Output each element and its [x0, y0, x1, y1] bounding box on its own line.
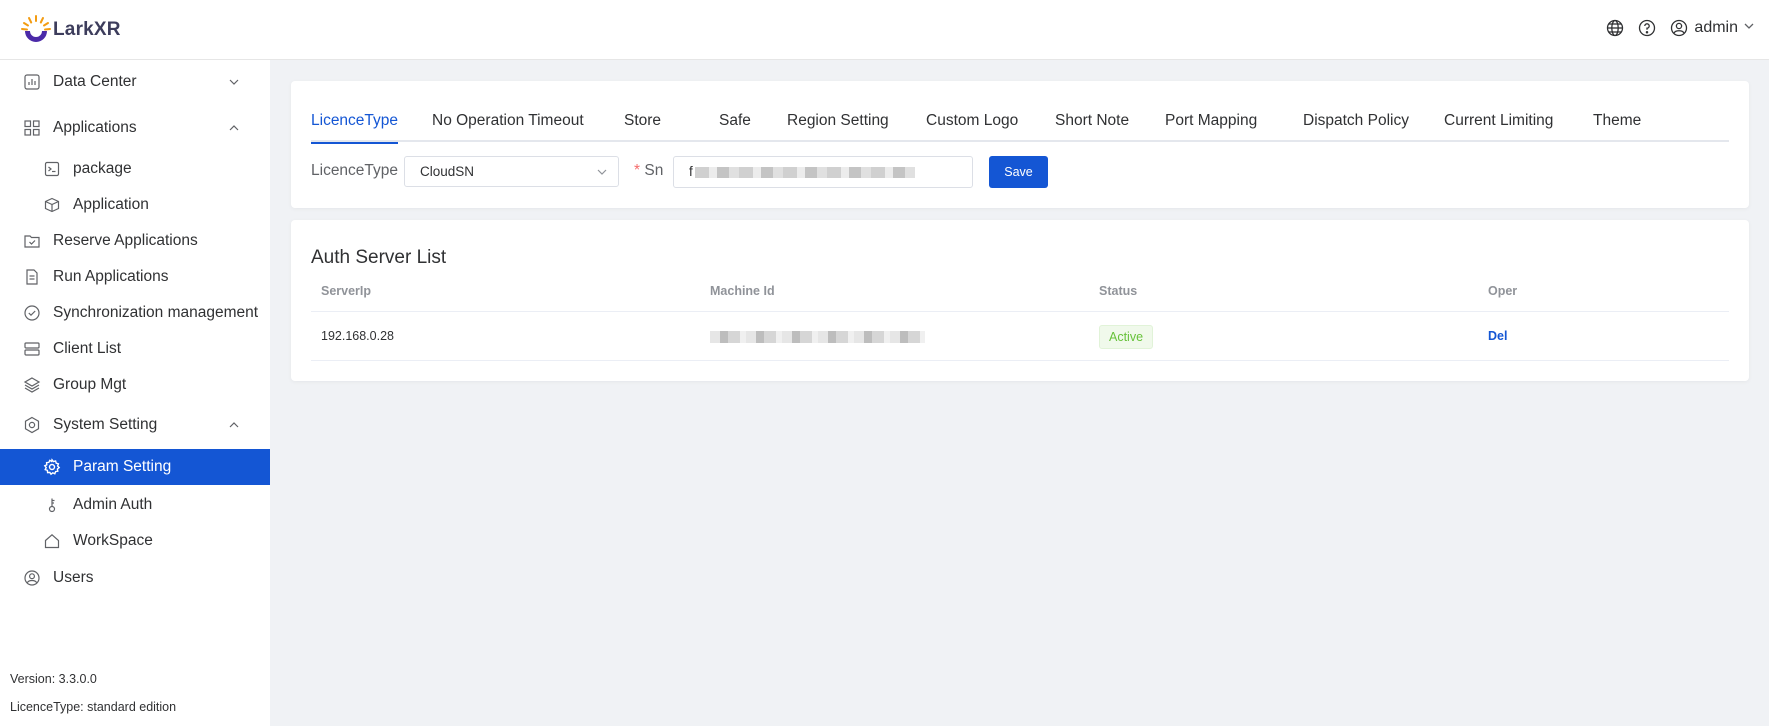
- box-icon: [42, 195, 62, 215]
- terminal-icon: [42, 159, 62, 179]
- oper-cell: Del: [1488, 312, 1507, 360]
- chevron-down-icon: [597, 169, 607, 175]
- auth-server-list-title: Auth Server List: [311, 247, 447, 268]
- sidebar-item-workspace[interactable]: WorkSpace: [0, 523, 270, 559]
- sidebar-item-data-center[interactable]: Data Center: [0, 64, 270, 100]
- sidebar-item-group-mgt[interactable]: Group Mgt: [0, 367, 270, 403]
- tab-region-setting[interactable]: Region Setting: [787, 110, 889, 142]
- server-icon: [22, 339, 42, 359]
- tab-no-operation-timeout[interactable]: No Operation Timeout: [432, 110, 584, 142]
- sidebar-item-client-list[interactable]: Client List: [0, 331, 270, 367]
- brand-name: LarkXR: [53, 19, 121, 40]
- sidebar-item-param-setting[interactable]: Param Setting: [0, 449, 270, 485]
- logo[interactable]: LarkXR: [20, 14, 121, 46]
- sidebar-item-application[interactable]: Application: [0, 187, 270, 223]
- key-icon: [42, 495, 62, 515]
- version-text: Version: 3.3.0.0: [10, 672, 97, 686]
- grid-icon: [22, 118, 42, 138]
- required-asterisk: *: [634, 162, 641, 179]
- bar-chart-icon: [22, 72, 42, 92]
- column-header-machine-id: Machine Id: [710, 284, 775, 298]
- chevron-up-icon: [229, 422, 239, 428]
- home-icon: [42, 531, 62, 551]
- tab-current-limiting[interactable]: Current Limiting: [1444, 110, 1553, 142]
- check-circle-icon: [22, 303, 42, 323]
- table-header-divider: [311, 311, 1729, 312]
- tab-theme[interactable]: Theme: [1593, 110, 1641, 142]
- status-cell: Active: [1099, 312, 1154, 360]
- user-icon: [1669, 18, 1689, 38]
- sidebar-item-package[interactable]: package: [0, 151, 270, 187]
- auth-server-card: Auth Server List ServerIp Machine Id Sta…: [291, 220, 1749, 381]
- logo-sun-icon: [21, 15, 51, 42]
- folder-check-icon: [22, 231, 42, 251]
- gear-icon: [42, 457, 62, 477]
- settings-card: LicenceType No Operation Timeout Store S…: [291, 81, 1749, 208]
- user-menu[interactable]: admin: [1669, 18, 1755, 38]
- sidebar-item-system-setting[interactable]: System Setting: [0, 407, 270, 443]
- tab-licencetype[interactable]: LicenceType: [311, 110, 399, 144]
- globe-icon[interactable]: [1605, 18, 1625, 38]
- tab-port-mapping[interactable]: Port Mapping: [1165, 110, 1257, 142]
- help-icon[interactable]: [1637, 18, 1657, 38]
- redacted-machine-id: [710, 330, 925, 343]
- licence-type-select[interactable]: CloudSN: [404, 156, 619, 187]
- document-icon: [22, 267, 42, 287]
- tab-short-note[interactable]: Short Note: [1055, 110, 1129, 142]
- licence-type-label: LicenceType: [311, 162, 399, 179]
- chevron-up-icon: [229, 125, 239, 131]
- sidebar: Data Center Applications package Applica…: [0, 60, 270, 726]
- sn-visible-char: f: [689, 164, 693, 179]
- delete-link[interactable]: Del: [1488, 329, 1507, 343]
- redacted-serial: [694, 166, 915, 178]
- sn-input[interactable]: f: [673, 156, 973, 188]
- tab-store[interactable]: Store: [624, 110, 661, 142]
- machine-id-cell: [710, 312, 925, 360]
- tab-safe[interactable]: Safe: [719, 110, 751, 142]
- sidebar-item-users[interactable]: Users: [0, 560, 270, 596]
- licence-type-text: LicenceType: standard edition: [10, 700, 177, 714]
- tab-dispatch-policy[interactable]: Dispatch Policy: [1303, 110, 1409, 142]
- sidebar-item-applications[interactable]: Applications: [0, 110, 270, 146]
- column-header-status: Status: [1099, 284, 1138, 298]
- table-row-divider: [311, 360, 1729, 361]
- chevron-down-icon: [1743, 19, 1755, 37]
- sidebar-item-synchronization-management[interactable]: Synchronization management: [0, 295, 270, 331]
- user-name: admin: [1694, 19, 1738, 36]
- sn-label: * Sn: [634, 162, 663, 180]
- licence-type-value: CloudSN: [420, 164, 475, 179]
- sidebar-item-run-applications[interactable]: Run Applications: [0, 259, 270, 295]
- settings-icon: [22, 415, 42, 435]
- column-header-serverip: ServerIp: [321, 284, 372, 298]
- user-circle-icon: [22, 568, 42, 588]
- layers-icon: [22, 375, 42, 395]
- top-header: LarkXR admin: [0, 0, 1769, 60]
- tab-custom-logo[interactable]: Custom Logo: [926, 110, 1018, 142]
- sidebar-item-reserve-applications[interactable]: Reserve Applications: [0, 223, 270, 259]
- sidebar-item-admin-auth[interactable]: Admin Auth: [0, 487, 270, 523]
- save-button[interactable]: Save: [989, 156, 1048, 188]
- column-header-oper: Oper: [1488, 284, 1518, 298]
- status-badge: Active: [1099, 324, 1154, 349]
- sn-label-text: Sn: [644, 162, 664, 179]
- server-ip-cell: 192.168.0.28: [321, 329, 394, 343]
- chevron-down-icon: [229, 79, 239, 85]
- settings-tabs: LicenceType No Operation Timeout Store S…: [311, 110, 1729, 144]
